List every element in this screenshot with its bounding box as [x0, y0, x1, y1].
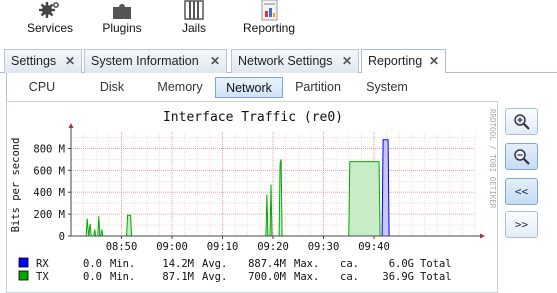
- toolbar-reporting-label: Reporting: [242, 21, 296, 35]
- tab-system-information-label: System Information: [91, 54, 199, 68]
- main-tabs: Settings ✕ System Information ✕ Network …: [0, 47, 557, 75]
- zoom-in-icon: [513, 114, 530, 130]
- legend-max-label: Max.: [294, 271, 319, 283]
- zoom-out-button[interactable]: [505, 143, 538, 170]
- close-icon[interactable]: ✕: [342, 54, 352, 68]
- toolbar-services-button[interactable]: Services: [22, 0, 78, 44]
- tab-system-information[interactable]: System Information ✕: [84, 49, 227, 73]
- close-icon[interactable]: ✕: [65, 54, 75, 68]
- subtab-memory[interactable]: Memory: [147, 77, 213, 98]
- legend-ca-label: ca.: [340, 271, 359, 283]
- subtab-disk[interactable]: Disk: [85, 77, 139, 98]
- x-tick-labels: 08:50 09:00 09:10 09:20 09:30 09:40: [106, 241, 390, 253]
- interface-traffic-graph: Interface Traffic (re0) Bits per second …: [10, 109, 497, 283]
- legend-total: 6.0G: [389, 258, 414, 270]
- toolbar-jails-button[interactable]: Jails: [176, 0, 212, 44]
- subtab-network[interactable]: Network: [215, 77, 283, 98]
- y-tick-label: 0: [59, 231, 65, 243]
- legend-ca-label: ca.: [340, 258, 359, 270]
- legend-total-label: Total: [420, 271, 452, 283]
- subtab-partition[interactable]: Partition: [285, 77, 351, 98]
- toolbar-jails-label: Jails: [181, 21, 206, 35]
- legend-avg-label: Avg.: [202, 271, 227, 283]
- legend-avg-label: Avg.: [202, 258, 227, 270]
- toolbar-reporting-button[interactable]: Reporting: [238, 0, 300, 44]
- x-tick-label: 09:10: [207, 241, 239, 253]
- legend-swatch-rx: [18, 257, 29, 268]
- y-tick-label: 200 M: [33, 209, 65, 221]
- tab-network-settings-label: Network Settings: [238, 54, 333, 68]
- legend-avg: 87.1M: [162, 271, 194, 283]
- tab-settings-label: Settings: [11, 54, 57, 68]
- y-tick-labels: 0 200 M 400 M 600 M 800 M: [33, 143, 65, 243]
- legend-max: 887.4M: [248, 258, 286, 270]
- subtab-system[interactable]: System: [355, 77, 419, 98]
- rrdtool-watermark: RRDTOOL / TOBI OETIKER: [488, 109, 497, 209]
- forward-button[interactable]: >>: [505, 211, 538, 238]
- legend-min: 0.0: [83, 271, 102, 283]
- legend-name: RX: [36, 258, 49, 270]
- jail-icon: [176, 0, 212, 22]
- x-axis-arrow: [480, 233, 485, 239]
- legend-name: TX: [36, 271, 49, 283]
- legend-total: 36.9G: [382, 271, 414, 283]
- top-toolbar: Services Plugins Jails Reporting: [0, 0, 557, 44]
- legend-min: 0.0: [83, 258, 102, 270]
- legend-swatch-tx: [18, 270, 29, 281]
- graph-title: Interface Traffic (re0): [163, 110, 343, 125]
- legend-avg: 14.2M: [162, 258, 194, 270]
- tab-settings[interactable]: Settings ✕: [4, 49, 82, 73]
- x-tick-label: 09:40: [358, 241, 390, 253]
- x-tick-label: 09:00: [156, 241, 188, 253]
- legend-total-label: Total: [420, 258, 452, 270]
- graph-legend: RX 0.0 Min. 14.2M Avg. 887.4M Max. ca. 6.0G Total…: [18, 257, 452, 283]
- toolbar-plugins-button[interactable]: Plugins: [97, 0, 147, 44]
- grid-lines: [70, 132, 476, 236]
- close-icon[interactable]: ✕: [429, 54, 439, 68]
- zoom-out-icon: [513, 149, 530, 165]
- legend-min-label: Min.: [110, 271, 135, 283]
- x-tick-label: 08:50: [106, 241, 138, 253]
- legend-min-label: Min.: [110, 258, 135, 270]
- puzzle-icon: [97, 0, 147, 22]
- legend-max-label: Max.: [294, 258, 319, 270]
- subtab-cpu[interactable]: CPU: [15, 77, 69, 98]
- y-tick-label: 800 M: [33, 143, 65, 155]
- toolbar-plugins-label: Plugins: [102, 21, 142, 35]
- y-axis-label: Bits per second: [10, 138, 22, 233]
- x-tick-label: 09:30: [308, 241, 340, 253]
- tab-network-settings[interactable]: Network Settings ✕: [231, 49, 359, 73]
- x-tick-label: 09:20: [257, 241, 289, 253]
- tab-reporting[interactable]: Reporting ✕: [361, 49, 446, 75]
- report-icon: [238, 0, 300, 22]
- y-tick-label: 400 M: [33, 187, 65, 199]
- y-tick-label: 600 M: [33, 165, 65, 177]
- close-icon[interactable]: ✕: [210, 54, 220, 68]
- reporting-subtabs: CPU Disk Memory Network Partition System: [6, 73, 557, 101]
- gears-icon: [22, 0, 78, 22]
- zoom-in-button[interactable]: [505, 108, 538, 135]
- toolbar-services-label: Services: [26, 21, 73, 35]
- back-button[interactable]: <<: [505, 178, 538, 205]
- y-axis-arrow: [68, 123, 74, 128]
- tab-reporting-label: Reporting: [368, 54, 423, 68]
- legend-max: 700.0M: [248, 271, 286, 283]
